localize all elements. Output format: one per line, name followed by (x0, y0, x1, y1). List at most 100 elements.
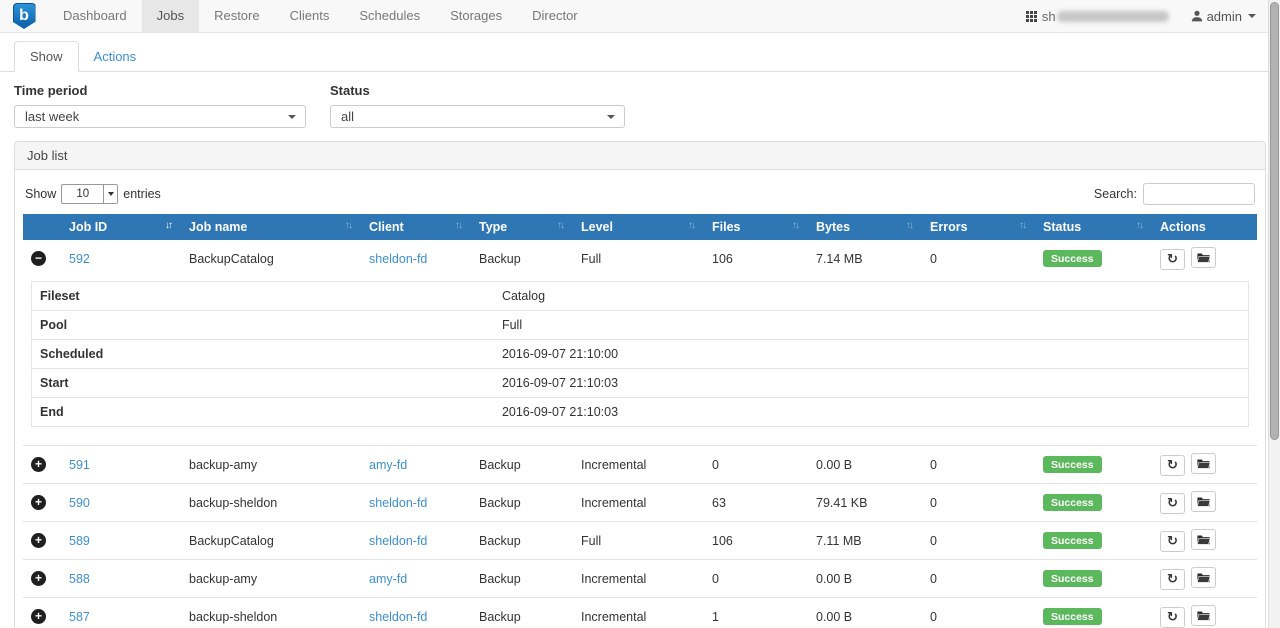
tab-actions[interactable]: Actions (79, 42, 152, 71)
search-input[interactable] (1143, 183, 1255, 205)
col-type[interactable]: Type↑↓ (471, 214, 573, 240)
rerun-job-button[interactable]: ↻ (1160, 249, 1185, 270)
status-label: Status (330, 83, 625, 98)
status-badge: Success (1043, 532, 1102, 549)
expand-row-icon[interactable]: + (31, 609, 46, 624)
job-name-cell: backup-sheldon (181, 598, 361, 628)
detail-value[interactable]: Full (494, 311, 1249, 340)
status-badge: Success (1043, 494, 1102, 511)
job-id-link[interactable]: 591 (69, 458, 90, 472)
nav-item-dashboard[interactable]: Dashboard (48, 0, 142, 32)
job-errors-cell: 0 (922, 484, 1035, 522)
search-label: Search: (1094, 187, 1137, 201)
expand-row-icon[interactable]: + (31, 457, 46, 472)
sort-icon: ↑↓ (792, 220, 800, 231)
client-link[interactable]: sheldon-fd (369, 496, 427, 510)
job-id-link[interactable]: 588 (69, 572, 90, 586)
rerun-job-button[interactable]: ↻ (1160, 531, 1185, 552)
panel-body: Show 10 entries Search: (15, 170, 1265, 628)
tab-show[interactable]: Show (14, 41, 79, 72)
sort-icon: ↑↓ (906, 220, 914, 231)
expand-row-icon[interactable]: + (31, 495, 46, 510)
client-link[interactable]: sheldon-fd (369, 252, 427, 266)
job-type-cell: Backup (471, 560, 573, 598)
sort-icon: ↑↓ (688, 220, 696, 231)
rerun-icon: ↻ (1167, 611, 1178, 624)
job-id-link[interactable]: 589 (69, 534, 90, 548)
chevron-down-icon (108, 192, 114, 196)
nav-item-clients[interactable]: Clients (275, 0, 345, 32)
job-id-link[interactable]: 592 (69, 252, 90, 266)
detail-label: End (32, 398, 494, 427)
browse-files-button[interactable] (1191, 491, 1216, 512)
browse-files-button[interactable] (1191, 529, 1216, 550)
client-link[interactable]: amy-fd (369, 572, 407, 586)
col-client[interactable]: Client↑↓ (361, 214, 471, 240)
user-menu[interactable]: admin (1191, 9, 1256, 24)
browse-files-button[interactable] (1191, 247, 1216, 268)
host-name-redacted (1057, 11, 1169, 22)
col-job-name[interactable]: Job name↑↓ (181, 214, 361, 240)
navbar-right: sh admin (1026, 0, 1280, 32)
job-id-link[interactable]: 590 (69, 496, 90, 510)
rerun-job-button[interactable]: ↻ (1160, 569, 1185, 590)
top-navbar: b Dashboard Jobs Restore Clients Schedul… (0, 0, 1280, 33)
col-errors[interactable]: Errors↑↓ (922, 214, 1035, 240)
chevron-down-icon (607, 115, 615, 119)
status-select[interactable]: all (330, 105, 625, 128)
col-status[interactable]: Status↑↓ (1035, 214, 1152, 240)
detail-row: Fileset Catalog (32, 282, 1249, 311)
status-badge: Success (1043, 570, 1102, 587)
job-type-cell: Backup (471, 484, 573, 522)
nav-item-director[interactable]: Director (517, 0, 593, 32)
status-badge: Success (1043, 608, 1102, 625)
sort-icon: ↓↑ (165, 220, 173, 231)
job-detail-table: Fileset Catalog Pool Full Scheduled 2016… (31, 281, 1249, 427)
folder-icon (1197, 572, 1210, 583)
rerun-job-button[interactable]: ↻ (1160, 493, 1185, 514)
show-label: Show (25, 187, 56, 201)
nav-item-restore[interactable]: Restore (199, 0, 275, 32)
host-name-prefix: sh (1042, 9, 1056, 24)
col-files[interactable]: Files↑↓ (704, 214, 808, 240)
table-row: + 587 backup-sheldon sheldon-fd Backup I… (23, 598, 1257, 628)
col-job-id[interactable]: Job ID↓↑ (61, 214, 181, 240)
job-files-cell: 0 (704, 560, 808, 598)
nav-item-storages[interactable]: Storages (435, 0, 517, 32)
app-logo[interactable]: b (0, 0, 48, 32)
time-period-select[interactable]: last week (14, 105, 306, 128)
client-link[interactable]: sheldon-fd (369, 534, 427, 548)
rerun-job-button[interactable]: ↻ (1160, 455, 1185, 476)
nav-item-jobs[interactable]: Jobs (142, 0, 199, 32)
entries-select[interactable]: 10 (61, 184, 118, 204)
expand-row-icon[interactable]: − (31, 251, 46, 266)
chevron-down-icon (1248, 14, 1256, 18)
browse-files-button[interactable] (1191, 453, 1216, 474)
detail-value[interactable]: Catalog (494, 282, 1249, 311)
job-bytes-cell: 0.00 B (808, 598, 922, 628)
scrollbar-thumb[interactable] (1270, 2, 1279, 440)
select-arrow-button (103, 185, 117, 203)
client-link[interactable]: sheldon-fd (369, 610, 427, 624)
col-level[interactable]: Level↑↓ (573, 214, 704, 240)
folder-icon (1197, 496, 1210, 507)
nav-item-schedules[interactable]: Schedules (344, 0, 435, 32)
job-level-cell: Incremental (573, 560, 704, 598)
table-row: + 590 backup-sheldon sheldon-fd Backup I… (23, 484, 1257, 522)
vertical-scrollbar (1268, 0, 1280, 628)
folder-icon (1197, 252, 1210, 263)
browse-files-button[interactable] (1191, 605, 1216, 626)
expand-row-icon[interactable]: + (31, 533, 46, 548)
job-id-link[interactable]: 587 (69, 610, 90, 624)
rerun-job-button[interactable]: ↻ (1160, 607, 1185, 628)
col-bytes[interactable]: Bytes↑↓ (808, 214, 922, 240)
table-row: + 591 backup-amy amy-fd Backup Increment… (23, 446, 1257, 484)
client-link[interactable]: amy-fd (369, 458, 407, 472)
browse-files-button[interactable] (1191, 567, 1216, 588)
job-name-cell: backup-amy (181, 560, 361, 598)
expand-row-icon[interactable]: + (31, 571, 46, 586)
detail-row: End 2016-09-07 21:10:03 (32, 398, 1249, 427)
detail-table-body: Fileset Catalog Pool Full Scheduled 2016… (32, 282, 1249, 427)
job-files-cell: 106 (704, 240, 808, 277)
entries-length-control: Show 10 entries (25, 184, 161, 204)
